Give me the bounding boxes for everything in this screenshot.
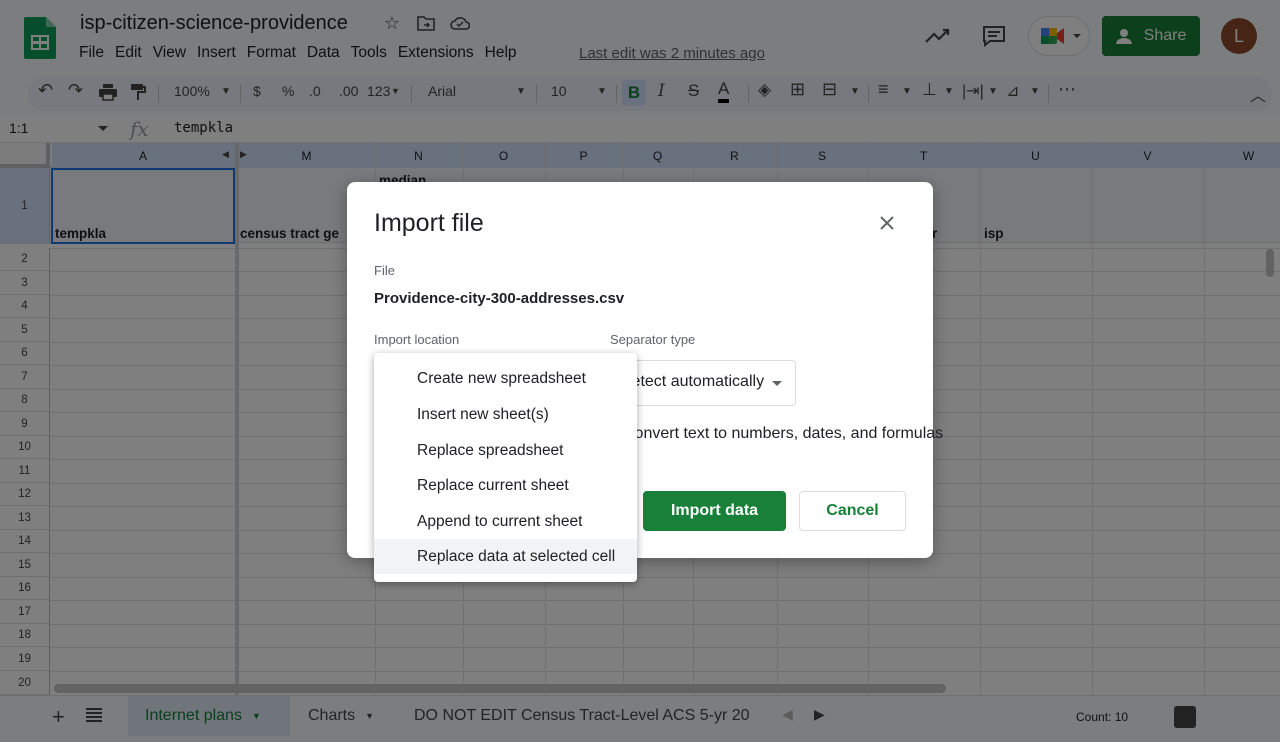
chevron-down-icon [772,381,782,386]
separator-type-value: Detect automatically [620,373,765,390]
menu-item-replace-data-at-selected-cell[interactable]: Replace data at selected cell [374,539,637,574]
convert-text-option[interactable]: Convert text to numbers, dates, and form… [623,425,943,443]
separator-type-label: Separator type [610,332,696,347]
file-label: File [374,263,395,278]
dialog-title: Import file [374,209,484,237]
menu-item-replace-current-sheet[interactable]: Replace current sheet [374,468,637,503]
menu-item-insert-new-sheets[interactable]: Insert new sheet(s) [374,397,637,432]
close-icon[interactable] [878,214,896,232]
menu-item-create-new-spreadsheet[interactable]: Create new spreadsheet [374,361,637,396]
convert-text-label: Convert text to numbers, dates, and form… [623,425,944,442]
import-location-menu: Create new spreadsheet Insert new sheet(… [374,353,637,582]
menu-item-replace-spreadsheet[interactable]: Replace spreadsheet [374,433,637,468]
separator-type-select[interactable]: Detect automatically [609,360,796,406]
cancel-button[interactable]: Cancel [799,491,906,531]
file-name: Providence-city-300-addresses.csv [374,290,625,307]
menu-item-append-to-current-sheet[interactable]: Append to current sheet [374,504,637,539]
import-data-button[interactable]: Import data [643,491,786,531]
import-location-label: Import location [374,332,460,347]
